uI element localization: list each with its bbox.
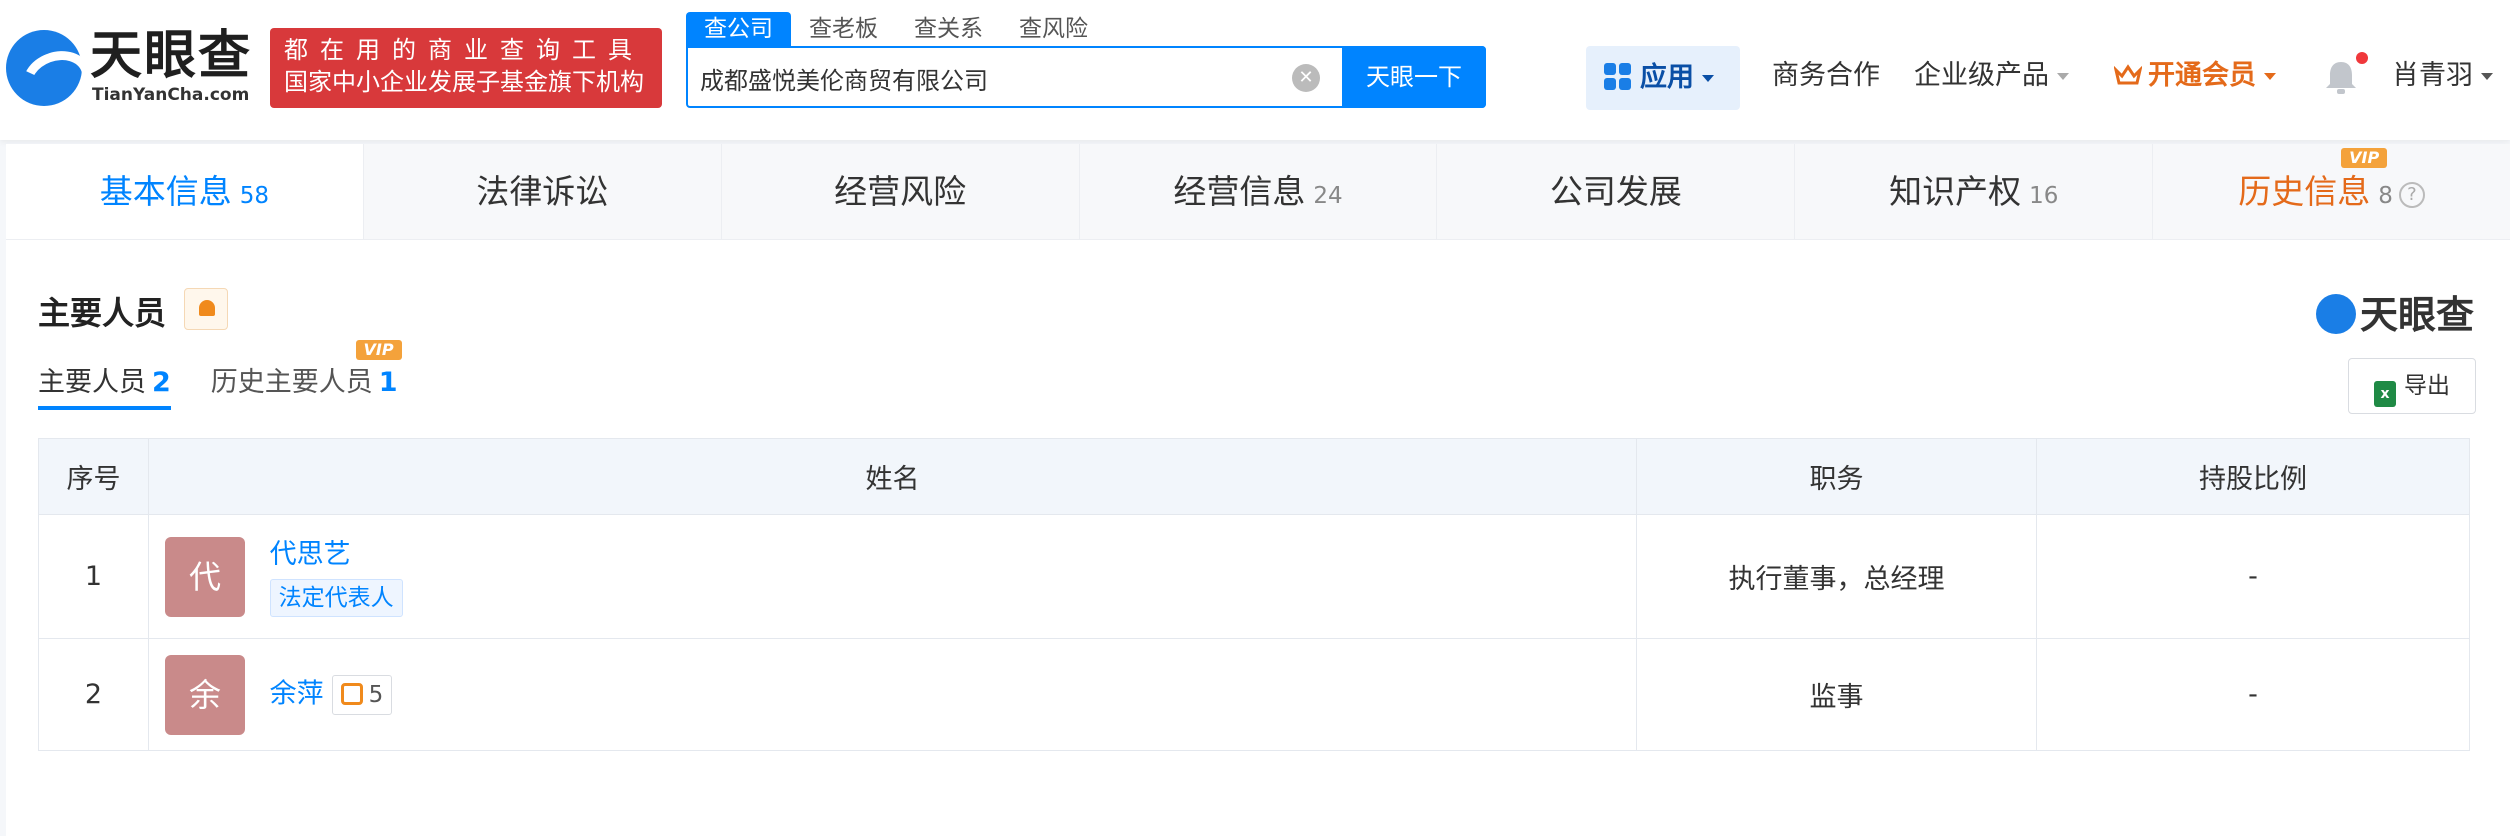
chevron-down-icon [1702,75,1714,82]
user-name: 肖青羽 [2392,60,2473,91]
vip-badge: VIP [2341,148,2388,168]
position-cell: 监事 [1636,638,2037,751]
name-cell: 余 余萍 5 [148,638,1637,751]
brand-text: 天眼查 [2359,293,2474,337]
subtab-history-personnel[interactable]: VIP 历史主要人员 1 [210,340,402,410]
relation-count-tag[interactable]: 5 [331,674,393,715]
brand-watermark: 天眼查 [2315,284,2474,339]
name-block: 代思艺 法定代表人 [269,537,403,617]
table-header-row: 序号 姓名 职务 持股比例 [38,438,2470,515]
tab-company-development[interactable]: 公司发展 [1436,144,1795,239]
col-position: 职务 [1636,438,2037,515]
share-cell: - [2036,514,2470,639]
tab-count: 58 [239,183,270,209]
tab-label: 基本信息 [99,172,232,211]
search-tab-boss[interactable]: 查老板 [791,12,896,46]
nav-business-cooperation[interactable]: 商务合作 [1772,56,1880,96]
legal-representative-tag: 法定代表人 [269,578,403,617]
export-button[interactable]: x 导出 [2348,358,2476,414]
search-tab-company[interactable]: 查公司 [686,12,791,46]
chevron-down-icon [2264,73,2276,80]
relation-count: 5 [368,681,384,708]
person-name-link[interactable]: 代思艺 [270,537,403,573]
person-name-link[interactable]: 余萍 [270,678,324,709]
bell-icon[interactable] [184,288,228,330]
user-menu[interactable]: 肖青羽 [2392,56,2493,96]
nav-open-vip[interactable]: 开通会员 [2114,56,2276,96]
excel-icon: x [2374,381,2396,407]
search-box: ✕ 天眼一下 [686,46,1486,108]
export-label: 导出 [2404,373,2450,399]
tab-count: 16 [2029,183,2059,209]
bell-icon[interactable] [2324,58,2358,96]
company-tabs: 基本信息 58 法律诉讼 经营风险 经营信息 24 公司发展 知识产权 16 VIP 历… [6,144,2510,240]
search-tab-relation[interactable]: 查关系 [896,12,1001,46]
tab-label: 经营风险 [834,172,967,211]
col-name: 姓名 [148,438,1637,515]
relation-graph-icon [340,682,363,705]
apps-menu[interactable]: 应用 [1586,46,1740,110]
tab-count: 24 [1313,183,1343,209]
tab-label: 历史信息 [2238,172,2371,211]
notification-dot [2356,52,2368,64]
section-title: 主要人员 [38,294,167,332]
search-type-tabs: 查公司 查老板 查关系 查风险 [686,12,1106,46]
tab-label: 经营信息 [1173,172,1306,211]
tab-label: 公司发展 [1549,172,1682,211]
logo-text: 天眼查 [90,26,253,86]
search-tab-risk[interactable]: 查风险 [1001,12,1106,46]
section-subtabs: 主要人员 2 VIP 历史主要人员 1 [38,340,438,410]
tab-intellectual-property[interactable]: 知识产权 16 [1794,144,2153,239]
avatar[interactable]: 代 [165,536,245,617]
tab-legal[interactable]: 法律诉讼 [362,144,721,239]
tab-count: 8 [2378,183,2393,209]
name-block: 余萍 5 [270,674,393,715]
personnel-table: 序号 姓名 职务 持股比例 1 代 代思艺 法定代表人 执行董事，总经理 - 2… [38,438,2470,751]
promo-banner[interactable]: 都在用的商业查询工具 国家中小企业发展子基金旗下机构 [270,28,662,108]
vip-badge: VIP [355,340,402,360]
search-button[interactable]: 天眼一下 [1342,46,1486,108]
col-share: 持股比例 [2036,438,2470,515]
logo-icon [2315,294,2356,334]
nav-enterprise-label: 企业级产品 [1914,60,2049,91]
clear-icon[interactable]: ✕ [1292,64,1320,92]
grid-icon [1604,63,1632,91]
share-cell: - [2036,638,2470,751]
top-header: 天眼查 TianYanCha.com 都在用的商业查询工具 国家中小企业发展子基… [0,0,2510,140]
tab-business-info[interactable]: 经营信息 24 [1078,144,1437,239]
name-cell: 代 代思艺 法定代表人 [148,514,1637,639]
tab-basic-info[interactable]: 基本信息 58 [6,144,363,239]
subtab-label: 主要人员 [38,367,146,398]
tab-label: 法律诉讼 [476,172,609,211]
subtab-count: 1 [378,367,398,398]
position-cell: 执行董事，总经理 [1636,514,2037,639]
subtab-count: 2 [152,367,171,398]
nav-enterprise-products[interactable]: 企业级产品 [1914,56,2069,96]
nav-vip-label: 开通会员 [2148,60,2256,91]
subtab-main-personnel[interactable]: 主要人员 2 [38,360,171,410]
tab-business-risk[interactable]: 经营风险 [720,144,1079,239]
crown-icon [2114,64,2142,85]
logo-icon [6,30,82,106]
banner-line-1: 都在用的商业查询工具 [284,36,644,64]
table-row: 1 代 代思艺 法定代表人 执行董事，总经理 - [38,514,2470,639]
col-index: 序号 [38,438,149,515]
tab-history-info[interactable]: VIP 历史信息 8? [2152,144,2510,239]
chevron-down-icon [2057,73,2069,80]
search-input[interactable] [700,60,1300,96]
tianyancha-logo[interactable]: 天眼查 TianYanCha.com [6,26,256,110]
main-card: 基本信息 58 法律诉讼 经营风险 经营信息 24 公司发展 知识产权 16 VIP 历… [6,144,2510,836]
avatar[interactable]: 余 [165,654,245,735]
table-row: 2 余 余萍 5 监事 - [38,638,2470,751]
apps-label: 应用 [1640,62,1694,93]
banner-line-2: 国家中小企业发展子基金旗下机构 [284,68,644,96]
row-index: 2 [38,638,149,751]
chevron-down-icon [2481,73,2493,80]
help-icon[interactable]: ? [2398,182,2425,208]
row-index: 1 [38,514,149,639]
tab-label: 知识产权 [1889,172,2022,211]
subtab-label: 历史主要人员 [210,367,373,398]
logo-subtext: TianYanCha.com [92,85,250,105]
